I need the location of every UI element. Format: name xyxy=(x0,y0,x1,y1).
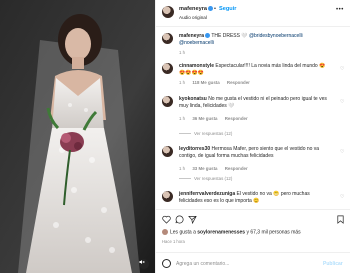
comment-avatar[interactable] xyxy=(162,96,173,107)
verified-badge-icon xyxy=(208,6,213,12)
liker-avatar xyxy=(162,229,168,235)
caption-body: THE DRESS 🤍 xyxy=(211,33,248,39)
caption-text: mafeneyra THE DRESS 🤍 @bridesbynoebernac… xyxy=(179,33,347,47)
comment-avatar[interactable] xyxy=(162,146,173,157)
instagram-post-modal: mafeneyra • Seguir Audio original ••• ma… xyxy=(0,0,350,273)
comment-meta: 1 h 118 Me gusta Responder xyxy=(179,80,256,85)
post-timestamp: Hace 1 hora xyxy=(162,239,185,244)
add-comment-bar: Agrega un comentario... Publicar xyxy=(156,252,350,273)
speaker-muted-icon xyxy=(139,260,145,264)
likes-prefix: Les gusta a xyxy=(170,229,196,236)
comment-username[interactable]: leyditorres30 xyxy=(179,146,210,152)
share-send-icon[interactable] xyxy=(188,215,197,224)
add-comment-input[interactable]: Agrega un comentario... xyxy=(176,261,229,267)
reply-button[interactable]: Responder xyxy=(225,166,248,171)
caption-username[interactable]: mafeneyra xyxy=(179,33,204,39)
liker-username[interactable]: soylorenamenesses xyxy=(197,229,245,235)
comment-likes[interactable]: 36 Me gusta xyxy=(192,116,217,121)
comment-meta: 1 h 36 Me gusta Responder xyxy=(179,116,254,121)
mute-audio-button[interactable] xyxy=(139,259,149,269)
comment-time: 1 h xyxy=(179,116,186,121)
reply-button[interactable]: Responder xyxy=(225,116,248,121)
post-image[interactable] xyxy=(0,0,155,273)
caption-mention-bridesbynoebernacelli[interactable]: @bridesbynoebernacelli xyxy=(249,33,303,39)
view-replies-button[interactable]: Ver respuestas (12) xyxy=(179,176,232,181)
comment-text: cinnamonstyle Espectacular!!!! La novia … xyxy=(179,63,331,76)
comment-bubble-icon[interactable] xyxy=(175,215,184,224)
save-bookmark-icon[interactable] xyxy=(336,215,345,224)
likes-count[interactable]: y 67,3 mil personas más xyxy=(246,229,300,235)
view-replies-button[interactable]: Ver respuestas (12) xyxy=(179,131,232,136)
comment-meta: 1 h 33 Me gusta Responder xyxy=(179,166,254,171)
publish-button[interactable]: Publicar xyxy=(323,261,343,267)
comment-username[interactable]: cinnamonstyle xyxy=(179,63,214,69)
bride-photo-illustration xyxy=(0,0,155,273)
more-options-icon[interactable]: ••• xyxy=(336,7,344,13)
like-comment-heart-icon[interactable]: ♡ xyxy=(340,66,344,72)
caption-timestamp: 1 h xyxy=(179,50,186,55)
like-comment-heart-icon[interactable]: ♡ xyxy=(340,149,344,155)
follow-button[interactable]: Seguir xyxy=(219,6,236,12)
comment-text: leyditorres30 Hermosa Mafer, pero siento… xyxy=(179,146,331,159)
comment-text: jenniferrvalverdezuniga El vestido no va… xyxy=(179,191,331,204)
post-actions: Les gusta a soylorenamenesses y 67,3 mil… xyxy=(156,209,350,273)
comment-time: 1 h xyxy=(179,166,186,171)
author-username[interactable]: mafeneyra xyxy=(179,6,213,12)
verified-badge-icon xyxy=(205,33,211,39)
post-header: mafeneyra • Seguir Audio original ••• xyxy=(156,0,350,27)
comment-username[interactable]: kyokonatsu xyxy=(179,96,207,102)
caption-avatar[interactable] xyxy=(162,33,173,44)
likes-summary: Les gusta a soylorenamenesses y 67,3 mil… xyxy=(162,229,301,235)
comment-time: 1 h xyxy=(179,80,186,85)
like-comment-heart-icon[interactable]: ♡ xyxy=(340,194,344,200)
reply-button[interactable]: Responder xyxy=(227,80,250,85)
author-avatar[interactable] xyxy=(162,6,174,18)
post-side-panel: mafeneyra • Seguir Audio original ••• ma… xyxy=(155,0,350,273)
like-heart-icon[interactable] xyxy=(162,215,171,224)
separator-dot: • xyxy=(214,5,216,12)
emoji-smiley-icon[interactable] xyxy=(162,259,171,268)
caption-mention-noebernacelli[interactable]: @noebernacelli xyxy=(179,40,214,46)
comment-avatar[interactable] xyxy=(162,191,173,202)
comment-likes[interactable]: 118 Me gusta xyxy=(192,80,219,85)
audio-link[interactable]: Audio original xyxy=(179,15,207,20)
comment-likes[interactable]: 33 Me gusta xyxy=(192,166,217,171)
comment-text: kyokonatsu No me gusta el vestido ni el … xyxy=(179,96,331,109)
comment-avatar[interactable] xyxy=(162,63,173,74)
comment-username[interactable]: jenniferrvalverdezuniga xyxy=(179,191,235,197)
like-comment-heart-icon[interactable]: ♡ xyxy=(340,99,344,105)
